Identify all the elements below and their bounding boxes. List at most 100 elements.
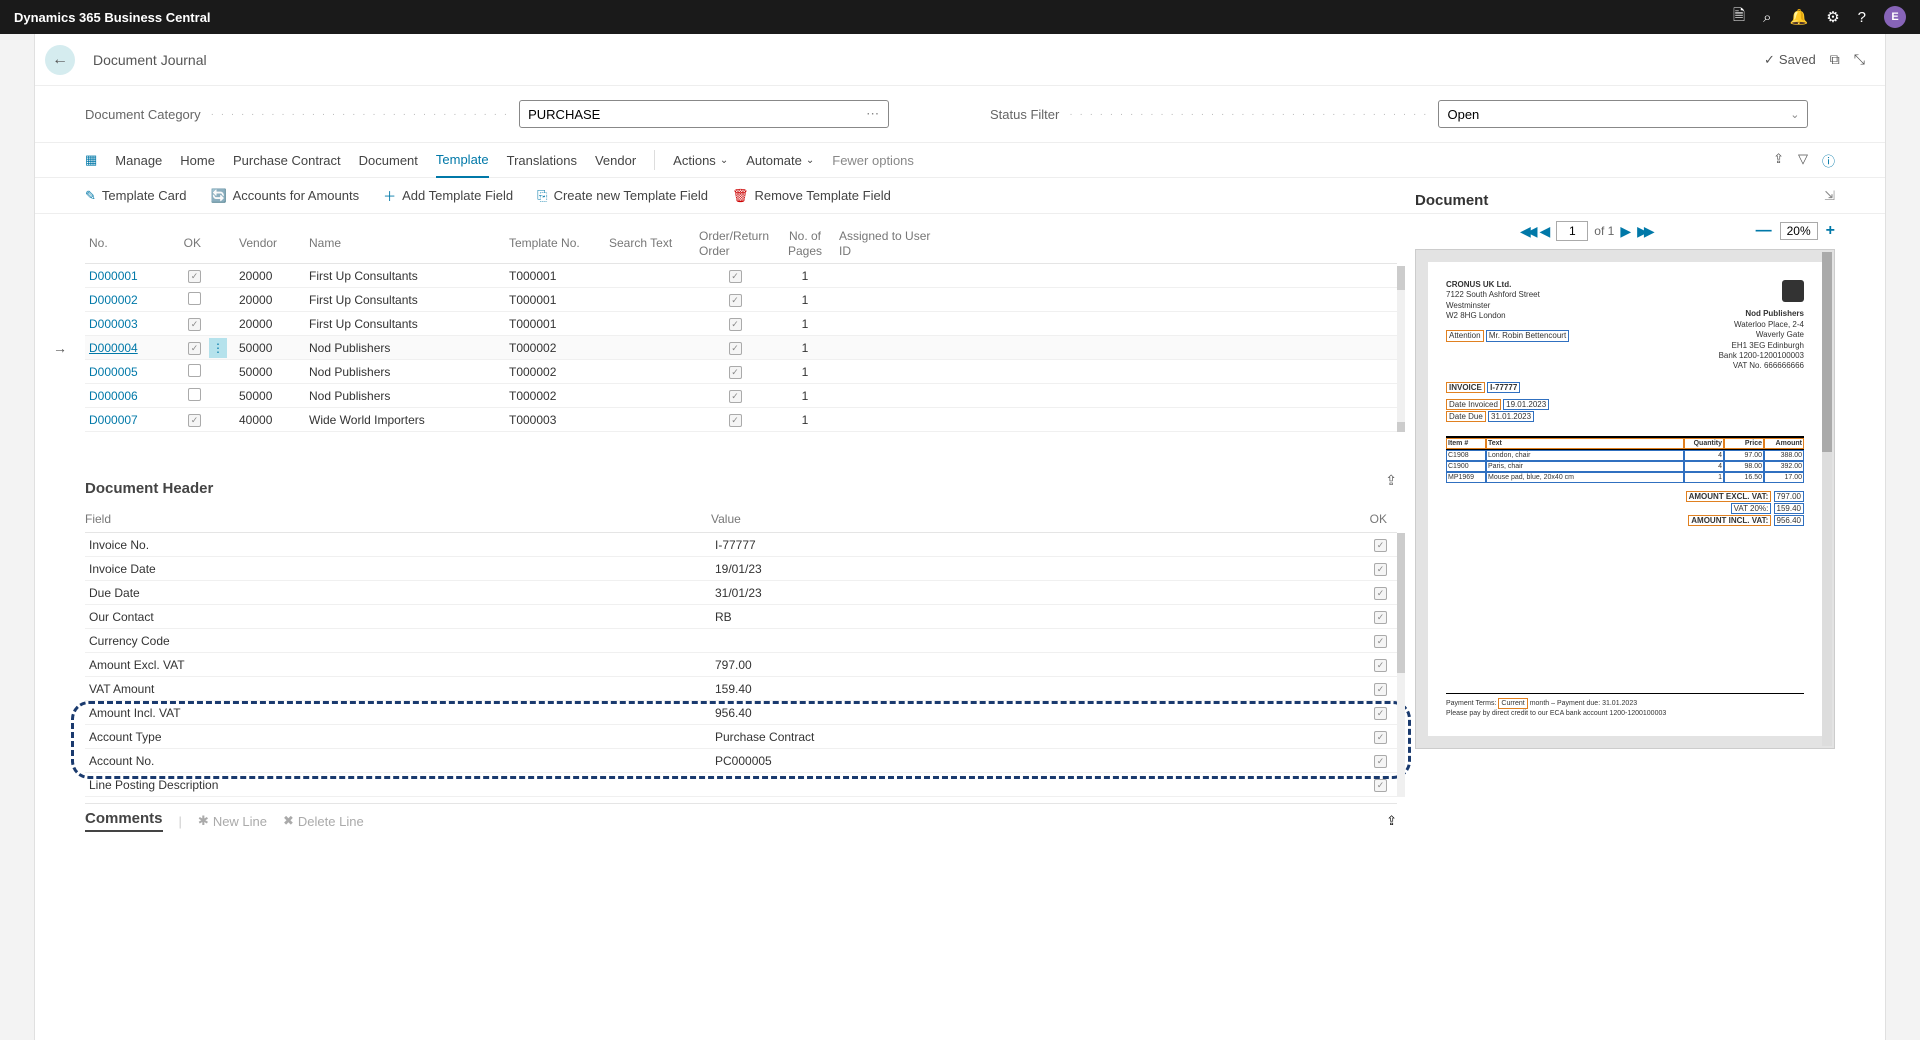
ok-checkbox[interactable] xyxy=(188,364,201,377)
doc-pager[interactable]: ◀◀ ◀ of 1 ▶ ▶▶ xyxy=(1520,221,1651,241)
header-row[interactable]: Currency Code xyxy=(85,629,1397,653)
focus-mode-icon[interactable]: ▦ xyxy=(85,152,97,168)
table-row[interactable]: D00000120000First Up ConsultantsT0000011 xyxy=(85,264,1397,288)
menu-manage[interactable]: Manage xyxy=(115,153,162,168)
preview-title: Document xyxy=(1415,192,1835,209)
comments-title[interactable]: Comments xyxy=(85,810,163,832)
accounts-button[interactable]: 🔄Accounts for Amounts xyxy=(210,188,359,204)
ok-checkbox[interactable] xyxy=(188,414,201,427)
header-row[interactable]: Due Date31/01/23 xyxy=(85,581,1397,605)
menu-fewer[interactable]: Fewer options xyxy=(832,153,914,168)
collapse-icon[interactable]: ⤡ xyxy=(1854,51,1865,68)
row-no-link[interactable]: D000002 xyxy=(89,293,138,307)
document-icon[interactable]: 🗎 xyxy=(1733,5,1745,30)
info-icon[interactable]: ⓘ xyxy=(1822,151,1835,170)
document-viewer[interactable]: CRONUS UK Ltd. 7122 South Ashford Street… xyxy=(1415,249,1835,749)
menu-automate[interactable]: Automate ⌄ xyxy=(746,153,814,168)
ok-checkbox xyxy=(1374,707,1387,720)
menu-purchase-contract[interactable]: Purchase Contract xyxy=(233,153,341,168)
row-no-link[interactable]: D000007 xyxy=(89,413,138,427)
remove-field-button[interactable]: 🗑Remove Template Field xyxy=(732,188,891,204)
menu-translations[interactable]: Translations xyxy=(507,153,577,168)
menu-document[interactable]: Document xyxy=(359,153,418,168)
doc-from: CRONUS UK Ltd. 7122 South Ashford Street… xyxy=(1446,280,1569,372)
order-checkbox xyxy=(729,390,742,403)
ok-checkbox[interactable] xyxy=(188,292,201,305)
row-no-link[interactable]: D000003 xyxy=(89,317,138,331)
table-row[interactable]: D00000320000First Up ConsultantsT0000011 xyxy=(85,312,1397,336)
ok-checkbox[interactable] xyxy=(188,270,201,283)
help-icon[interactable]: ? xyxy=(1858,9,1866,26)
header-row[interactable]: Invoice No.I-77777 xyxy=(85,533,1397,557)
row-no-link[interactable]: D000006 xyxy=(89,389,138,403)
order-checkbox xyxy=(729,294,742,307)
header-row[interactable]: Amount Incl. VAT956.40 xyxy=(85,701,1397,725)
next-page-icon[interactable]: ▶ xyxy=(1620,223,1631,240)
doc-header-title: Document Header xyxy=(85,480,213,497)
header-row[interactable]: Account TypePurchase Contract xyxy=(85,725,1397,749)
row-no-link[interactable]: D000005 xyxy=(89,365,138,379)
header-row[interactable]: Line Posting Description xyxy=(85,773,1397,797)
grid-header: No.OK VendorName Template No.Search Text… xyxy=(85,224,1397,264)
row-menu-icon[interactable]: ⋮ xyxy=(209,338,227,358)
ok-checkbox xyxy=(1374,683,1387,696)
ok-checkbox xyxy=(1374,611,1387,624)
avatar[interactable]: E xyxy=(1884,6,1906,28)
first-page-icon[interactable]: ◀◀ xyxy=(1520,223,1534,240)
settings-icon[interactable]: ⚙ xyxy=(1826,8,1839,26)
status-label: Status Filter xyxy=(990,107,1059,122)
ok-checkbox xyxy=(1374,539,1387,552)
menu-template[interactable]: Template xyxy=(436,142,489,178)
popout-icon[interactable]: ⧉ xyxy=(1830,51,1840,68)
header-row[interactable]: Our ContactRB xyxy=(85,605,1397,629)
template-card-button[interactable]: ✎Template Card xyxy=(85,188,186,204)
order-checkbox xyxy=(729,366,742,379)
notification-icon[interactable]: 🔔 xyxy=(1790,8,1809,26)
header-row[interactable]: Amount Excl. VAT797.00 xyxy=(85,653,1397,677)
add-field-button[interactable]: ＋Add Template Field xyxy=(383,186,513,205)
zoom-in-icon[interactable]: + xyxy=(1826,222,1835,240)
delete-line-button[interactable]: ✖Delete Line xyxy=(283,813,364,829)
table-row[interactable]: D00000550000Nod PublishersT0000021 xyxy=(85,360,1397,384)
page-number-input[interactable] xyxy=(1556,221,1588,241)
header-row[interactable]: VAT Amount159.40 xyxy=(85,677,1397,701)
row-no-link[interactable]: D000004 xyxy=(89,341,138,355)
back-button[interactable]: ← xyxy=(45,45,75,75)
filter-icon[interactable]: ▽ xyxy=(1798,151,1808,170)
share-icon[interactable]: ⇪ xyxy=(1773,151,1784,170)
header-row[interactable]: Invoice Date19/01/23 xyxy=(85,557,1397,581)
ok-checkbox[interactable] xyxy=(188,342,201,355)
create-field-button[interactable]: ⎘Create new Template Field xyxy=(537,188,708,204)
zoom-out-icon[interactable]: — xyxy=(1756,222,1772,240)
section-share-icon[interactable]: ⇪ xyxy=(1385,472,1397,489)
zoom-value[interactable]: 20% xyxy=(1780,222,1818,240)
row-no-link[interactable]: D000001 xyxy=(89,269,138,283)
ok-checkbox xyxy=(1374,755,1387,768)
order-checkbox xyxy=(729,318,742,331)
ok-checkbox[interactable] xyxy=(188,388,201,401)
menu-vendor[interactable]: Vendor xyxy=(595,153,636,168)
table-row[interactable]: D000004⋮50000Nod PublishersT0000021→ xyxy=(85,336,1397,360)
ok-checkbox[interactable] xyxy=(188,318,201,331)
comments-share-icon[interactable]: ⇪ xyxy=(1386,813,1397,829)
order-checkbox xyxy=(729,342,742,355)
page-title: Document Journal xyxy=(93,52,207,68)
ok-checkbox xyxy=(1374,659,1387,672)
menu-home[interactable]: Home xyxy=(180,153,215,168)
prev-page-icon[interactable]: ◀ xyxy=(1540,223,1551,240)
order-checkbox xyxy=(729,414,742,427)
status-input[interactable]: Open⌄ xyxy=(1438,100,1808,128)
header-row[interactable]: Account No.PC000005 xyxy=(85,749,1397,773)
menu-actions[interactable]: Actions ⌄ xyxy=(673,153,728,168)
table-row[interactable]: D00000740000Wide World ImportersT0000031 xyxy=(85,408,1397,432)
order-checkbox xyxy=(729,270,742,283)
ok-checkbox xyxy=(1374,779,1387,792)
category-input[interactable]: PURCHASE⋯ xyxy=(519,100,889,128)
last-page-icon[interactable]: ▶▶ xyxy=(1637,223,1651,240)
docheader-columns: FieldValueOK xyxy=(85,505,1397,533)
table-row[interactable]: D00000220000First Up ConsultantsT0000011 xyxy=(85,288,1397,312)
table-row[interactable]: D00000650000Nod PublishersT0000021 xyxy=(85,384,1397,408)
search-icon[interactable]: ⌕ xyxy=(1763,9,1771,26)
new-line-button[interactable]: ✱New Line xyxy=(198,813,267,829)
row-pointer-icon: → xyxy=(53,340,67,356)
